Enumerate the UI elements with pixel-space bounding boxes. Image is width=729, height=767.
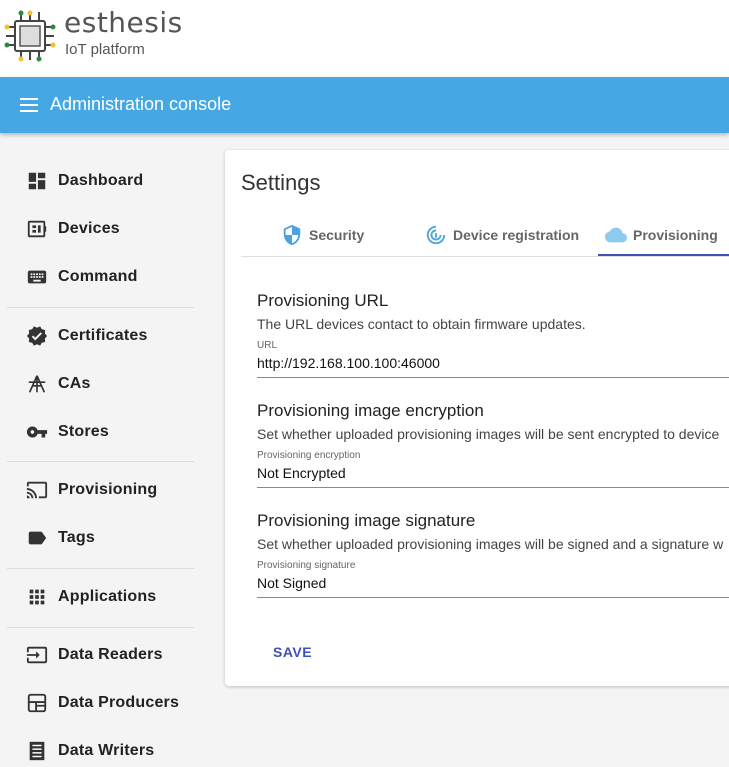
sidebar-item-label: Tags [58,529,95,546]
sidebar-divider [7,627,194,628]
app-bar: Administration console [0,77,729,133]
settings-card: Settings Security Device registration Pr… [225,150,729,686]
sidebar-item-applications[interactable]: Applications [26,582,196,612]
key-icon [26,426,48,438]
sidebar-item-label: Command [58,268,138,285]
sidebar-item-label: Certificates [58,327,148,344]
url-input[interactable] [257,353,729,378]
signature-select[interactable] [257,573,729,598]
brand-header: esthesis IoT platform [0,0,729,77]
label-tag-icon [28,531,47,545]
sidebar-item-provisioning[interactable]: Provisioning [26,475,196,505]
app-bar-title: Administration console [50,94,232,114]
chip-logo-icon [4,10,56,62]
brand-subtitle: IoT platform [65,41,145,58]
tower-icon [28,375,46,393]
sidebar-divider [7,307,194,308]
dashboard-icon [28,172,46,190]
section-title: Provisioning image signature [257,511,476,530]
hamburger-menu-icon[interactable] [20,96,40,114]
encryption-field-label: Provisioning encryption [257,450,361,461]
section-description: Set whether uploaded provisioning images… [257,536,724,552]
section-title: Provisioning URL [257,291,389,310]
sidebar-item-certificates[interactable]: Certificates [26,321,196,351]
cast-icon [26,481,48,499]
sidebar-item-stores[interactable]: Stores [26,417,196,447]
sidebar-item-dashboard[interactable]: Dashboard [26,166,196,196]
signature-field-label: Provisioning signature [257,560,356,571]
section-description: The URL devices contact to obtain firmwa… [257,316,586,332]
sidebar-item-label: Devices [58,220,120,237]
keyboard-icon [27,270,47,284]
sidebar-item-label: Data Readers [58,646,163,663]
tab-provisioning[interactable]: Provisioning [605,214,718,256]
sidebar-item-data-producers[interactable]: Data Producers [26,688,196,718]
sidebar-item-label: Data Writers [58,742,155,759]
sidebar-item-label: Applications [58,588,157,605]
input-icon [26,646,48,664]
sidebar-nav: Dashboard Devices Command Certificates C… [0,133,200,767]
sidebar-item-label: Data Producers [58,694,180,711]
sidebar-item-label: Stores [58,423,109,440]
active-tab-indicator [598,254,729,256]
apps-grid-icon [29,589,45,605]
page-title: Settings [241,170,321,195]
sidebar-divider [7,461,194,462]
sidebar-divider [7,568,194,569]
settings-tabs: Security Device registration Provisionin… [241,214,729,257]
encryption-select[interactable] [257,463,729,488]
section-title: Provisioning image encryption [257,401,484,420]
fingerprint-icon [426,225,446,245]
section-description: Set whether uploaded provisioning images… [257,426,720,442]
tab-label: Security [309,227,365,243]
tab-security[interactable]: Security [281,214,364,256]
sidebar-item-command[interactable]: Command [26,262,196,292]
brand-name: esthesis [64,6,183,39]
sidebar-item-devices[interactable]: Devices [26,214,196,244]
sidebar-item-label: Provisioning [58,481,158,498]
cloud-icon [605,227,627,243]
sidebar-item-tags[interactable]: Tags [26,523,196,553]
shield-icon [283,224,301,246]
sidebar-item-data-readers[interactable]: Data Readers [26,640,196,670]
sidebar-item-cas[interactable]: CAs [26,369,196,399]
save-button[interactable]: SAVE [261,640,324,664]
devices-icon [27,220,47,238]
tab-label: Device registration [453,227,580,243]
sidebar-item-data-writers[interactable]: Data Writers [26,736,196,766]
tab-label: Provisioning [633,227,718,243]
verified-badge-icon [26,326,48,346]
dashboard-frame-icon [27,693,47,713]
tab-device-registration[interactable]: Device registration [425,214,579,256]
sidebar-item-label: CAs [58,375,91,392]
list-document-icon [29,741,45,761]
sidebar-item-label: Dashboard [58,172,144,189]
url-field-label: URL [257,340,278,351]
